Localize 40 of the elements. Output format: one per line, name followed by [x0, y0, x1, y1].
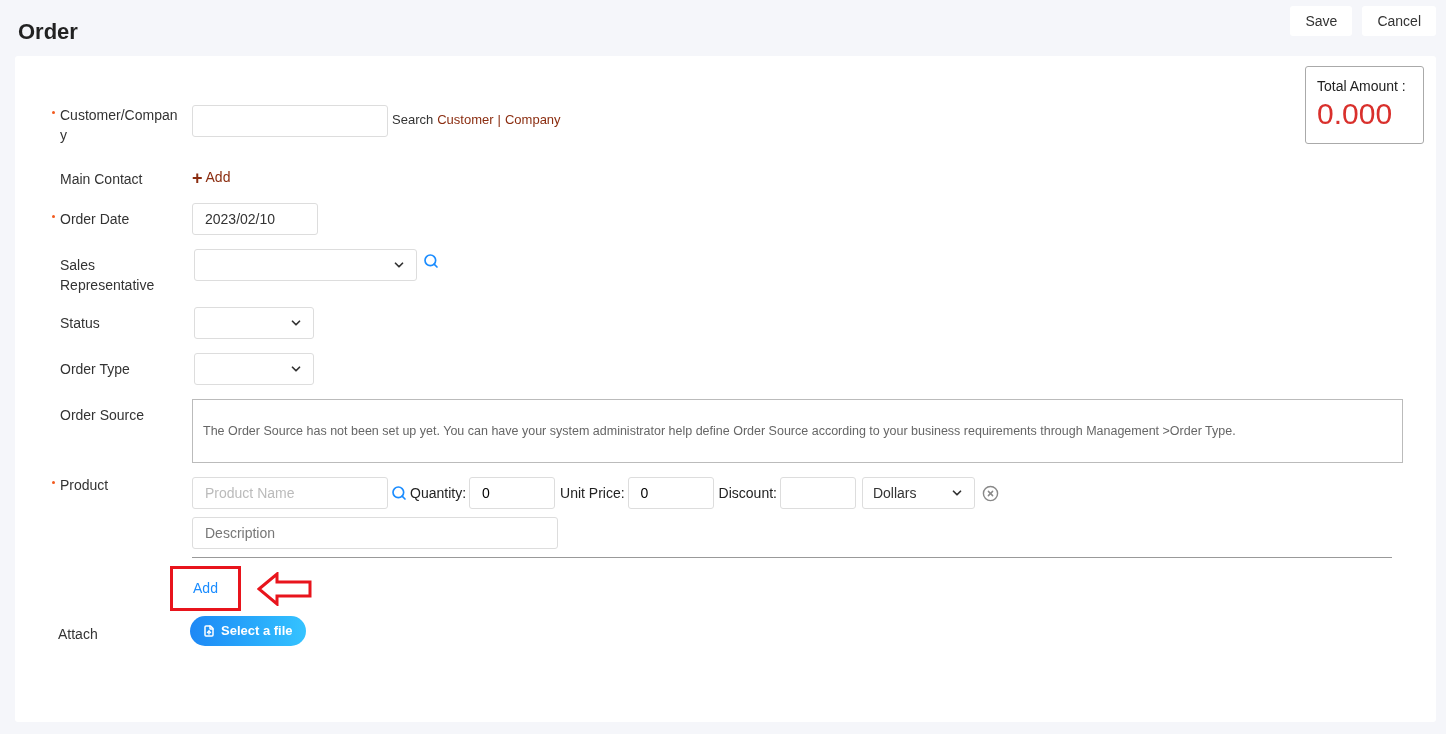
add-contact-button[interactable]: + Add	[192, 167, 231, 188]
quantity-label: Quantity:	[410, 483, 467, 503]
search-icon[interactable]	[423, 253, 439, 269]
plus-icon: +	[192, 168, 203, 187]
remove-icon[interactable]	[981, 484, 999, 502]
order-source-message: The Order Source has not been set up yet. You can have your system administrator help define Order Source according to your business requirements through Management >Order Type.	[192, 399, 1403, 463]
dropdown-field[interactable]	[194, 307, 314, 339]
field-label: Product	[52, 475, 178, 495]
field-label: Order Type	[59, 360, 131, 379]
page-title: Order	[18, 18, 78, 46]
dropdown-field[interactable]	[194, 249, 417, 281]
field-label: Order Source	[59, 406, 146, 425]
total-value: 0.000	[1317, 97, 1394, 131]
action-button[interactable]: Cancel	[1362, 6, 1436, 36]
order-date-field[interactable]: 2023/02/10	[192, 203, 318, 235]
search-label: Search	[392, 111, 434, 130]
field-label: Main Contact	[59, 170, 144, 189]
unit-price-label: Unit Price:	[560, 483, 625, 503]
product-name-input[interactable]: Product Name	[192, 477, 388, 509]
arrow-drawing	[257, 572, 313, 606]
file-icon	[203, 625, 215, 637]
field-label: Attach	[58, 626, 98, 642]
field-label: Customer/Company	[52, 105, 178, 145]
description-input[interactable]: Description	[192, 517, 558, 549]
customer-input[interactable]	[192, 105, 388, 137]
separator: |	[497, 111, 501, 130]
company-link[interactable]: Company	[504, 110, 561, 130]
quantity-field[interactable]: 0	[469, 477, 556, 509]
dropdown-field[interactable]: Dollars	[861, 477, 975, 509]
customer-link[interactable]: Customer	[437, 110, 494, 130]
total-label: Total Amount :	[1317, 77, 1407, 96]
unit-price-field[interactable]: 0	[627, 477, 714, 509]
discount-label: Discount:	[718, 483, 777, 503]
search-icon[interactable]	[391, 485, 407, 501]
dropdown-field[interactable]	[194, 353, 314, 385]
action-button[interactable]: Save	[1290, 6, 1353, 36]
field-label: Status	[59, 314, 101, 333]
field-label: Order Date	[52, 209, 178, 229]
field-label: Sales Representative	[59, 256, 156, 295]
discount-field[interactable]	[779, 477, 856, 509]
